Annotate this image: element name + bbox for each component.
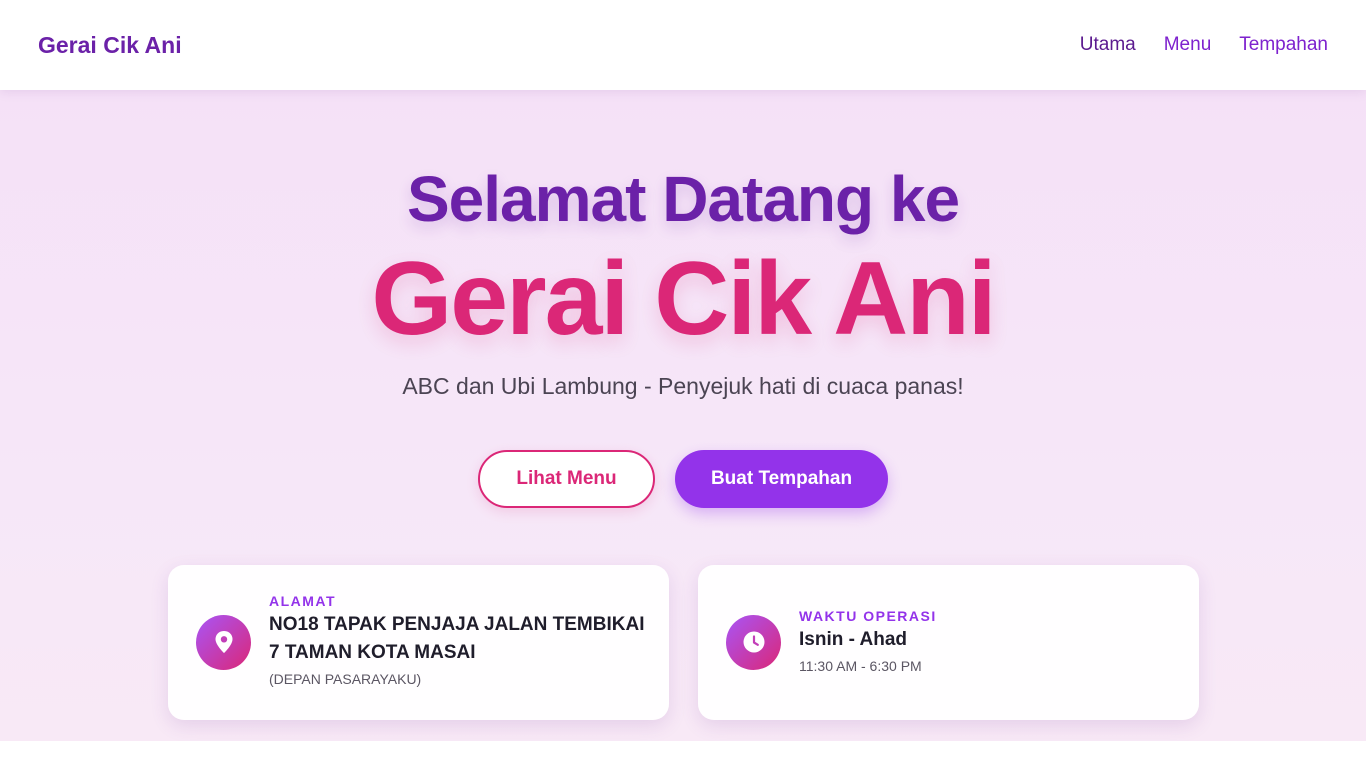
address-line2: 7 TAMAN KOTA MASAI [269,642,476,663]
hero-section: Selamat Datang ke Gerai Cik Ani ABC dan … [0,90,1366,741]
hero-buttons: Lihat Menu Buat Tempahan [0,450,1366,508]
hours-label: WAKTU OPERASI [799,608,937,624]
make-order-button[interactable]: Buat Tempahan [675,450,888,508]
page-bottom [0,741,1366,768]
navbar: Gerai Cik Ani Utama Menu Tempahan [0,0,1366,90]
hours-card-body: WAKTU OPERASI Isnin - Ahad 11:30 AM - 6:… [799,608,1179,674]
hero-tagline: ABC dan Ubi Lambung - Penyejuk hati di c… [402,373,964,399]
nav-link-tempahan[interactable]: Tempahan [1239,34,1328,56]
hours-time: 11:30 AM - 6:30 PM [799,658,922,674]
clock-icon [726,614,781,670]
brand-logo[interactable]: Gerai Cik Ani [38,32,182,59]
hours-days: Isnin - Ahad [799,629,908,650]
nav-links: Utama Menu Tempahan [1080,34,1328,56]
address-card-body: ALAMAT NO18 TAPAK PENJAJA JALAN TEMBIKAI… [269,593,649,687]
location-pin-icon [196,614,251,670]
address-text: NO18 TAPAK PENJAJA JALAN TEMBIKAI 7 TAMA… [269,611,649,667]
nav-link-utama[interactable]: Utama [1080,34,1136,56]
address-card: ALAMAT NO18 TAPAK PENJAJA JALAN TEMBIKAI… [168,565,669,720]
hours-card: WAKTU OPERASI Isnin - Ahad 11:30 AM - 6:… [698,565,1199,720]
view-menu-button[interactable]: Lihat Menu [478,450,655,508]
hero-title-line1: Selamat Datang ke [406,163,960,235]
address-line1: NO18 TAPAK PENJAJA JALAN TEMBIKAI [269,614,645,635]
nav-link-menu[interactable]: Menu [1164,34,1212,56]
hero-title-line2: Gerai Cik Ani [371,241,996,357]
address-note: (DEPAN PASARAYAKU) [269,671,422,687]
address-label: ALAMAT [269,593,337,609]
